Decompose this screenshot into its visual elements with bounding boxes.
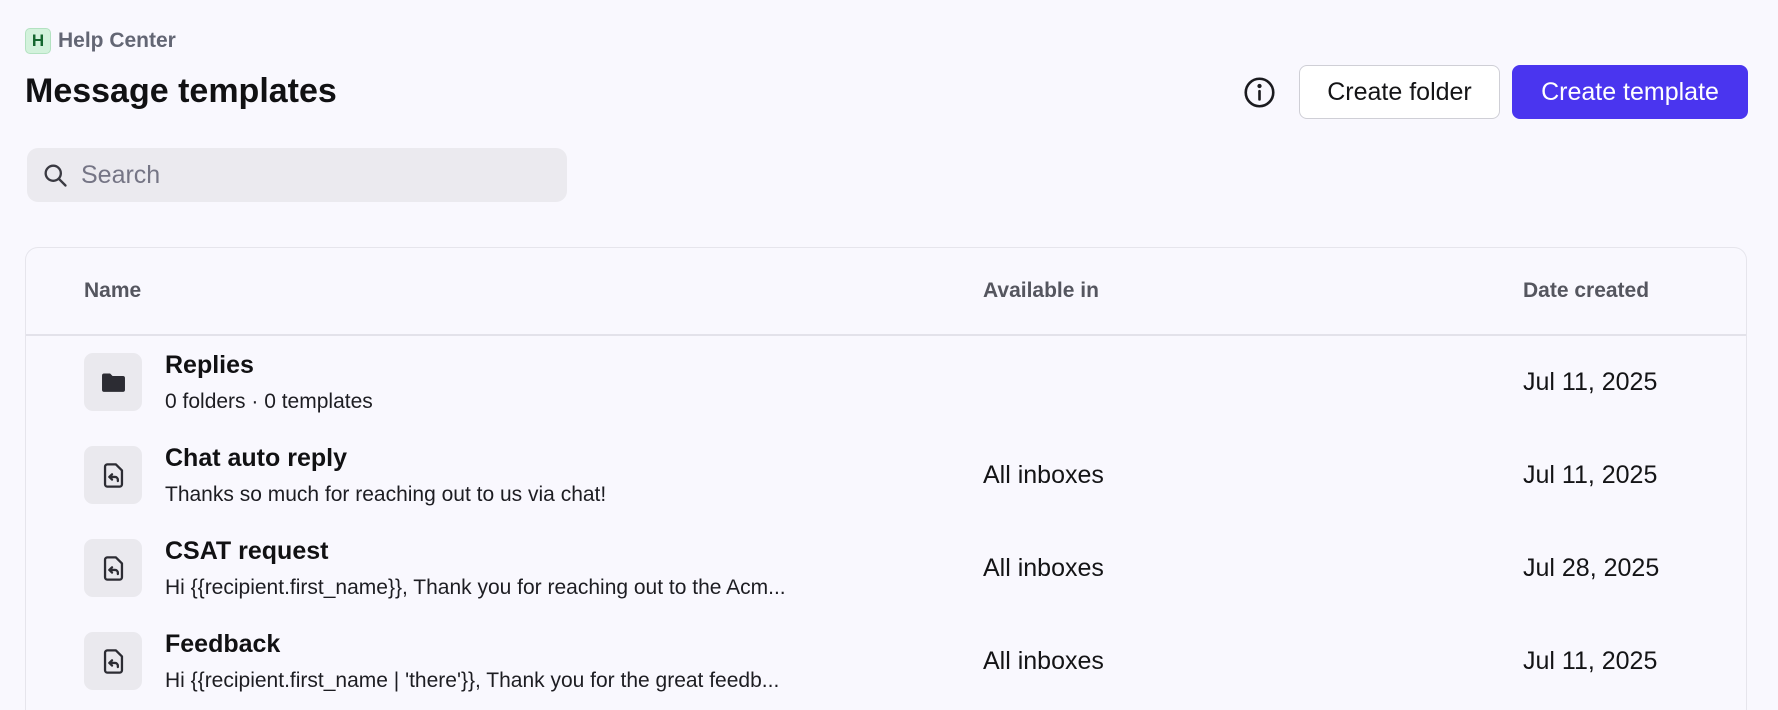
search-input[interactable] [81,160,521,190]
reply-template-icon [103,555,123,581]
row-subtitle: 0 folders · 0 templates [165,390,373,413]
row-date-created: Jul 28, 2025 [1523,554,1660,582]
table-row-folder[interactable]: Replies 0 folders · 0 templates Jul 11, … [26,351,1746,447]
row-title: Feedback [165,630,281,658]
row-available-in: All inboxes [983,647,1104,675]
create-folder-button[interactable]: Create folder [1299,65,1500,119]
workspace-badge: H [25,27,51,54]
reply-template-icon [103,462,123,488]
folder-icon [101,373,125,392]
row-date-created: Jul 11, 2025 [1523,461,1658,489]
row-title: CSAT request [165,537,329,565]
breadcrumb[interactable]: H Help Center [25,27,176,54]
row-date-created: Jul 11, 2025 [1523,368,1658,396]
folder-icon-tile [84,353,142,411]
template-icon-tile [84,446,142,504]
row-subtitle: Thanks so much for reaching out to us vi… [165,483,607,506]
search-box[interactable] [27,148,567,202]
row-available-in: All inboxes [983,554,1104,582]
column-header-available-in[interactable]: Available in [983,279,1099,303]
table-row-template[interactable]: Chat auto reply Thanks so much for reach… [26,444,1746,540]
reply-template-icon [103,648,123,674]
workspace-name[interactable]: Help Center [58,29,176,53]
page-title: Message templates [25,72,337,110]
template-icon-tile [84,632,142,690]
table-row-template[interactable]: CSAT request Hi {{recipient.first_name}}… [26,537,1746,633]
message-templates-page: H Help Center Message templates Create f… [0,0,1778,710]
table-header: Name Available in Date created [26,248,1746,336]
row-title: Replies [165,351,254,379]
column-header-name[interactable]: Name [84,279,141,303]
table-row-template[interactable]: Feedback Hi {{recipient.first_name | 'th… [26,630,1746,710]
row-subtitle: Hi {{recipient.first_name}}, Thank you f… [165,576,786,599]
column-header-date-created[interactable]: Date created [1523,279,1649,303]
row-date-created: Jul 11, 2025 [1523,647,1658,675]
info-button[interactable] [1241,74,1278,111]
row-available-in: All inboxes [983,461,1104,489]
create-template-button[interactable]: Create template [1512,65,1748,119]
row-subtitle: Hi {{recipient.first_name | 'there'}}, T… [165,669,780,692]
search-icon [44,164,67,187]
info-circle-icon [1244,77,1275,108]
template-icon-tile [84,539,142,597]
templates-table: Name Available in Date created Replies 0… [25,247,1747,710]
row-title: Chat auto reply [165,444,347,472]
